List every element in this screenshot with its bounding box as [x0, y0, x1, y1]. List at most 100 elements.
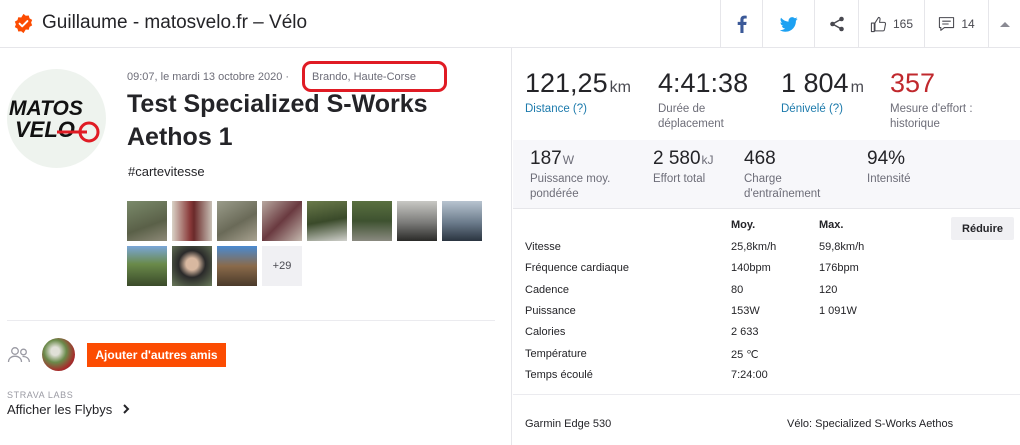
comments-count: 14 — [961, 17, 975, 31]
table-cell-avg: 153W — [731, 305, 760, 317]
share-button[interactable] — [814, 0, 858, 48]
table-cell-avg: 25,8km/h — [731, 241, 777, 253]
group-icon — [7, 347, 30, 363]
stat-relative-effort[interactable]: 357 Mesure d'effort : historique — [890, 68, 973, 132]
table-row-label: Calories — [525, 326, 566, 338]
page-title: Guillaume - matosvelo.fr – Vélo — [42, 12, 308, 33]
distance-label[interactable]: Distance (?) — [525, 102, 631, 117]
chevron-up-icon — [999, 21, 1010, 27]
column-header-avg: Moy. — [731, 219, 756, 231]
effort-label: Mesure d'effort : historique — [890, 102, 973, 132]
stat-elevation: 1 804 m Dénivelé (?) — [781, 68, 864, 117]
bike-name[interactable]: Vélo: Specialized S-Works Aethos — [787, 418, 953, 430]
more-photos-button[interactable]: +29 — [262, 246, 302, 286]
photo-thumbnail[interactable] — [397, 201, 437, 241]
table-row-label: Température — [525, 348, 587, 360]
divider — [7, 320, 495, 321]
weighted-power-label-line2: pondérée — [530, 188, 579, 200]
table-cell-max: 120 — [819, 284, 838, 296]
table-cell-avg: 2 633 — [731, 326, 759, 338]
distance-value: 121,25 — [525, 68, 608, 98]
stat-distance: 121,25 km Distance (?) — [525, 68, 631, 117]
table-row-label: Puissance — [525, 305, 576, 317]
share-icon — [829, 16, 844, 32]
collapse-button[interactable] — [988, 0, 1020, 48]
table-cell-avg: 7:24:00 — [731, 369, 768, 381]
twitter-share-button[interactable] — [762, 0, 814, 48]
photo-thumbnail[interactable] — [127, 201, 167, 241]
moving-time-label-line2: déplacement — [658, 118, 724, 130]
stat-weighted-power: 187W Puissance moy. pondérée — [530, 148, 610, 202]
weighted-power-value: 187 — [530, 148, 562, 169]
table-cell-avg: 25 ℃ — [731, 349, 759, 361]
photo-thumbnail[interactable] — [442, 201, 482, 241]
table-cell-avg: 140bpm — [731, 262, 771, 274]
svg-text:VELO: VELO — [15, 117, 75, 142]
athlete-logo[interactable]: MATOS VELO — [7, 69, 106, 168]
photo-thumbnail[interactable] — [172, 201, 212, 241]
elevation-unit: m — [850, 79, 864, 96]
total-work-value: 2 580 — [653, 148, 701, 169]
strava-labs-label: STRAVA LABS — [7, 390, 74, 400]
stat-total-work: 2 580kJ Effort total — [653, 148, 714, 187]
column-header-max: Max. — [819, 219, 844, 231]
elevation-label[interactable]: Dénivelé (?) — [781, 102, 864, 117]
flyby-link[interactable]: Afficher les Flybys — [7, 402, 130, 417]
activity-description: #cartevitesse — [128, 164, 205, 179]
table-row-label: Fréquence cardiaque — [525, 262, 629, 274]
activity-meta: 09:07, le mardi 13 octobre 2020 · Brando… — [127, 61, 447, 92]
photo-thumbnail[interactable] — [217, 246, 257, 286]
elevation-value: 1 804 — [781, 68, 849, 98]
activity-title: Test Specialized S-Works Aethos 1 — [127, 90, 428, 151]
photo-thumbnail[interactable] — [352, 201, 392, 241]
friend-avatar[interactable] — [42, 338, 75, 371]
thumbs-up-icon — [870, 16, 887, 32]
moving-time-label: Durée de déplacement — [658, 102, 748, 132]
comment-icon — [939, 17, 955, 31]
table-cell-avg: 80 — [731, 284, 744, 296]
effort-label-line2: historique — [890, 118, 940, 130]
activity-location: Brando, Haute-Corse — [312, 71, 416, 83]
training-load-label-line1: Charge — [744, 173, 782, 185]
chevron-right-icon — [123, 404, 130, 414]
distance-unit: km — [609, 79, 631, 96]
kudos-button[interactable]: 165 — [858, 0, 924, 48]
activity-header: Guillaume - matosvelo.fr – Vélo 165 14 — [0, 0, 1020, 48]
divider — [513, 394, 1020, 395]
moving-time-value: 4:41:38 — [658, 68, 749, 98]
device-name: Garmin Edge 530 — [525, 418, 612, 430]
intensity-label: Intensité — [867, 173, 911, 185]
add-friends-button[interactable]: Ajouter d'autres amis — [87, 343, 226, 367]
total-work-unit: kJ — [701, 153, 714, 167]
weighted-power-unit: W — [562, 153, 575, 167]
photo-thumbnail[interactable] — [127, 246, 167, 286]
stat-training-load: 468 Charge d'entraînement — [744, 148, 820, 202]
stat-intensity: 94% Intensité — [867, 148, 910, 187]
facebook-icon — [737, 15, 747, 33]
effort-label-line1: Mesure d'effort : — [890, 103, 973, 115]
table-row-label: Vitesse — [525, 241, 561, 253]
stat-moving-time: 4:41:38 Durée de déplacement — [658, 68, 748, 132]
training-load-label-line2: d'entraînement — [744, 188, 821, 200]
moving-time-label-line1: Durée de — [658, 103, 706, 115]
training-load-value: 468 — [744, 148, 776, 169]
matosvelo-logo-icon: MATOS VELO — [9, 97, 100, 143]
total-work-label: Effort total — [653, 173, 706, 185]
photo-thumbnail[interactable] — [262, 201, 302, 241]
photo-thumbnail[interactable] — [217, 201, 257, 241]
facebook-share-button[interactable] — [720, 0, 762, 48]
photo-thumbnail[interactable] — [172, 246, 212, 286]
photo-thumbnail[interactable] — [307, 201, 347, 241]
weighted-power-label-line1: Puissance moy. — [530, 173, 611, 185]
kudos-count: 165 — [892, 17, 914, 31]
flyby-label: Afficher les Flybys — [7, 402, 113, 417]
twitter-icon — [779, 16, 798, 32]
table-cell-max: 1 091W — [819, 305, 857, 317]
table-cell-max: 59,8km/h — [819, 241, 865, 253]
activity-datetime: 09:07, le mardi 13 octobre 2020 · — [127, 71, 290, 83]
table-row-label: Temps écoulé — [525, 369, 593, 381]
stats-panel: 121,25 km Distance (?) 4:41:38 Durée de d… — [511, 48, 1020, 445]
comments-button[interactable]: 14 — [924, 0, 988, 48]
table-cell-max: 176bpm — [819, 262, 859, 274]
collapse-stats-button[interactable]: Réduire — [951, 217, 1014, 240]
